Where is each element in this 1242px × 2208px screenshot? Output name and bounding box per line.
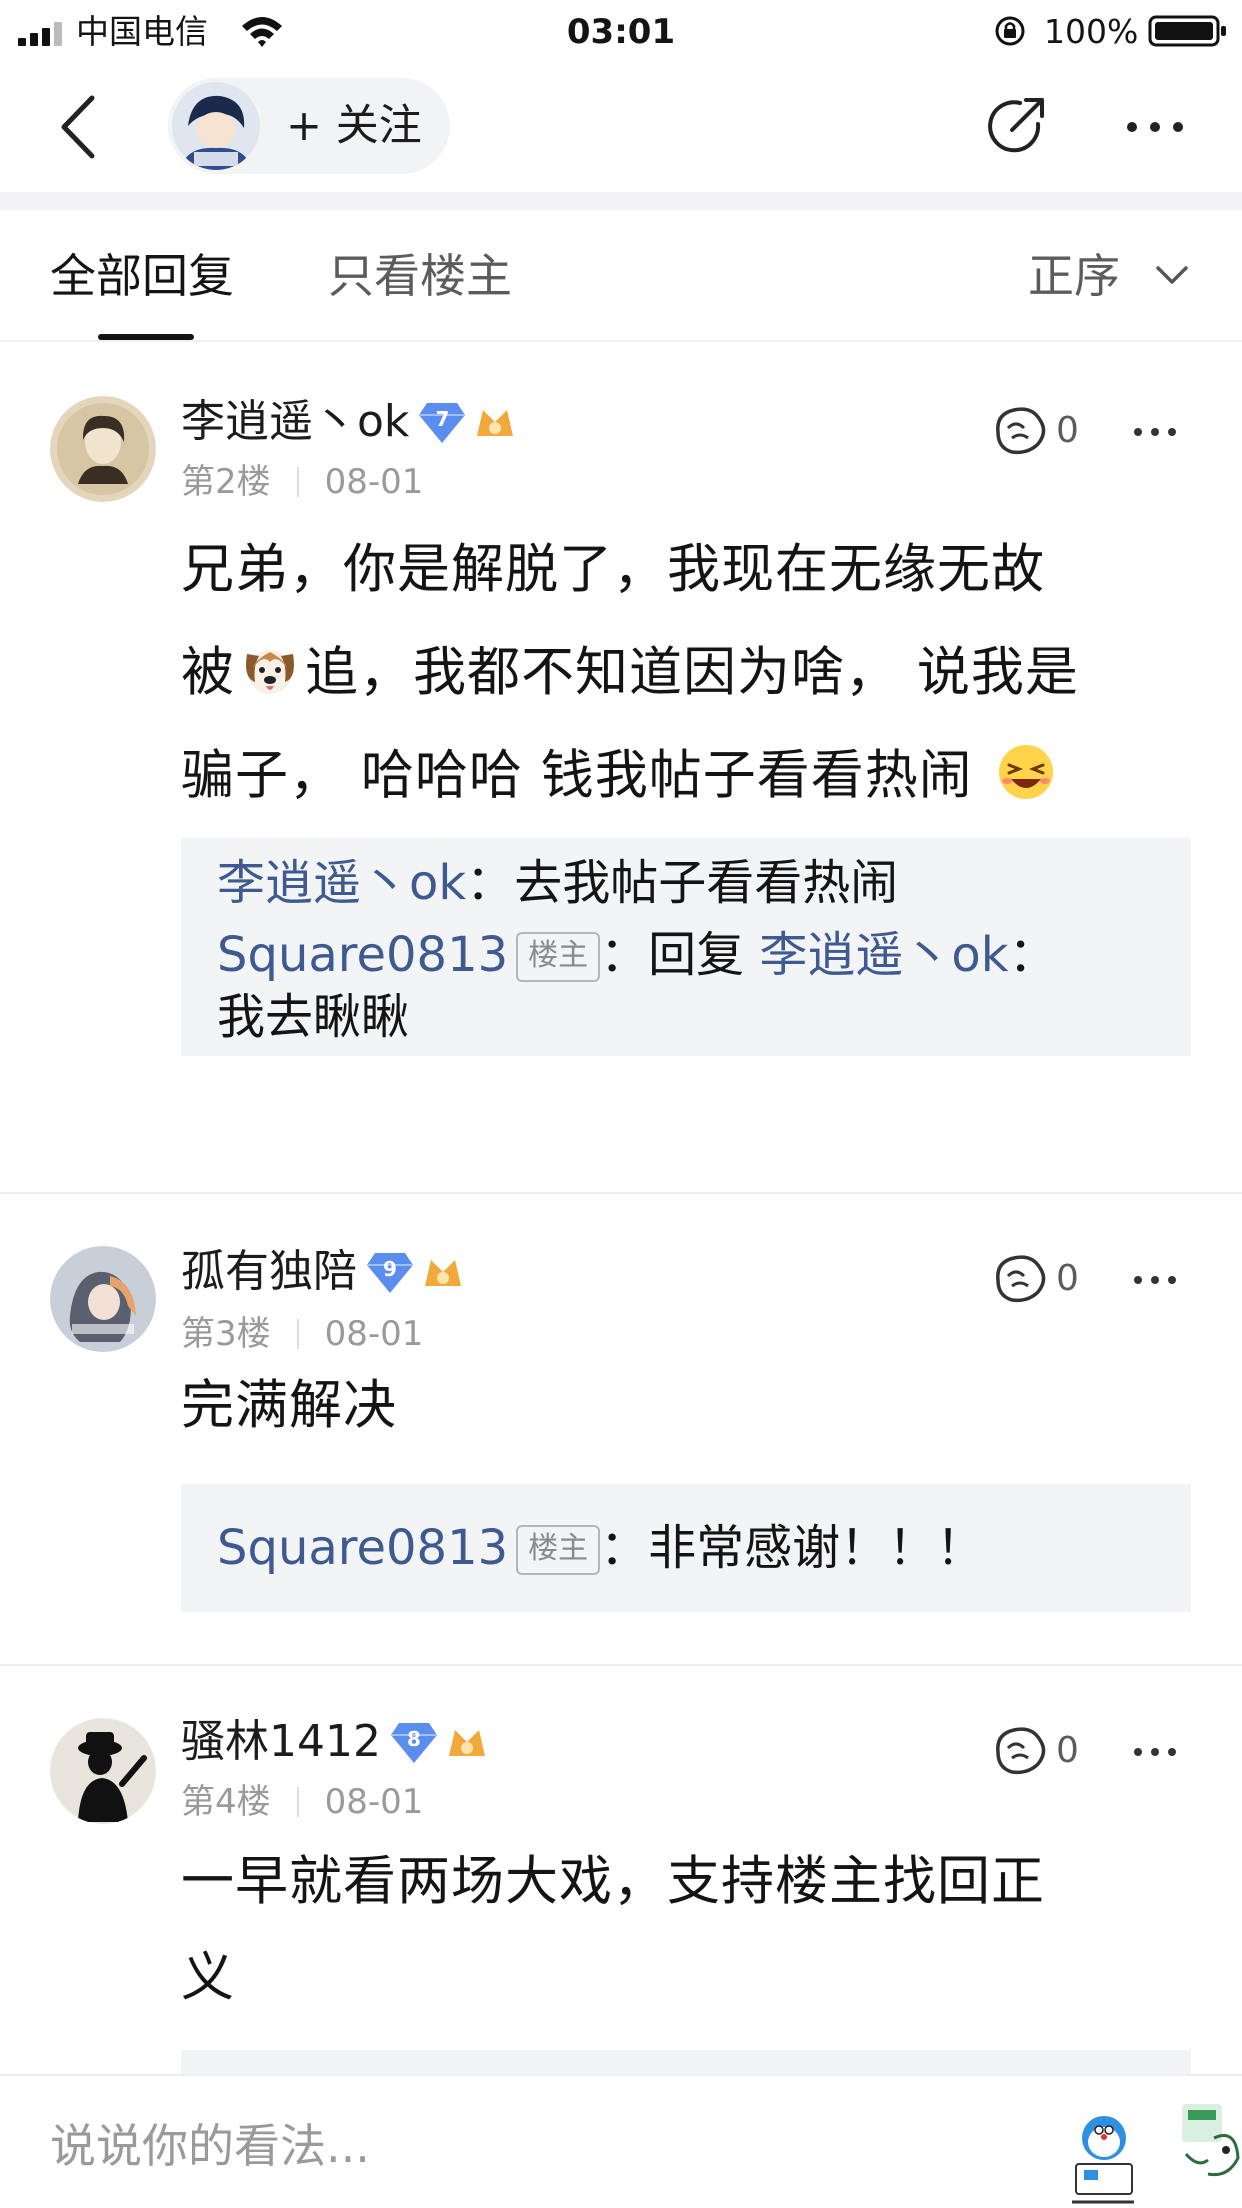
owner-tag: 楼主 — [516, 932, 601, 982]
dog-face-emoji-icon — [246, 650, 294, 694]
rotation-lock-icon — [995, 16, 1025, 46]
user-row: 李逍遥丶ok 7 — [181, 392, 517, 452]
reply-text: 去我帖子看看热闹 — [514, 855, 899, 911]
floor-number: 第3楼 — [181, 1314, 271, 1354]
chevron-down-icon[interactable] — [1154, 260, 1190, 290]
reply-post: 骚林1412 8 第4楼 08-01 0 一早就看两场大戏，支持楼主找回正 义 — [0, 1666, 1242, 2074]
back-icon[interactable] — [50, 92, 110, 162]
fan-badge-icon — [477, 410, 514, 436]
post-more-icon[interactable] — [1132, 426, 1178, 438]
reply-text: 非常感谢！！！ — [648, 1520, 985, 1576]
level-badge: 8 — [389, 1719, 439, 1765]
post-meta: 第2楼 08-01 — [181, 460, 423, 504]
reply-post: 李逍遥丶ok 7 第2楼08-01 0 兄弟，你是解脱了，我现在无缘无故 被 — [0, 342, 1242, 1192]
reply-author[interactable]: 李逍遥丶ok — [217, 855, 466, 911]
level-badge: 7 — [417, 399, 467, 445]
level-number: 8 — [407, 1727, 421, 1751]
avatar[interactable] — [50, 396, 156, 502]
content-line: 兄弟，你是解脱了，我现在无缘无故 — [181, 539, 1045, 600]
floor-number: 第2楼 — [181, 462, 271, 502]
like-count: 0 — [1056, 1730, 1079, 1771]
sub-replies: 李逍遥丶ok：去我帖子看看热闹 Square0813 楼主 ：回复 李逍遥丶ok： … — [181, 838, 1191, 1056]
like-count: 0 — [1056, 410, 1079, 451]
doraemon-sticker-icon[interactable] — [1068, 2112, 1138, 2208]
nav-bar: + 关注 — [0, 62, 1242, 192]
author-avatar[interactable] — [172, 82, 260, 170]
section-divider — [0, 192, 1242, 210]
sub-reply[interactable]: Square0813 楼主 ：回复 李逍遥丶ok： — [217, 924, 1057, 986]
post-more-icon[interactable] — [1132, 1274, 1178, 1286]
level-number: 9 — [383, 1257, 397, 1281]
username[interactable]: 李逍遥丶ok — [181, 392, 409, 452]
meta-separator — [296, 467, 299, 497]
post-meta: 第4楼 08-01 — [181, 1780, 423, 1824]
laughing-face-emoji-icon — [998, 745, 1053, 799]
content-line: 义 — [181, 1947, 235, 2008]
post-content: 一早就看两场大戏，支持楼主找回正 义 — [181, 1834, 1201, 2026]
follow-button[interactable]: + 关注 — [168, 78, 450, 174]
floor-number: 第4楼 — [181, 1782, 271, 1822]
fan-badge-icon — [425, 1260, 461, 1286]
content-line: 被 追，我都不知道因为啥， 说我是 — [181, 621, 1201, 724]
battery-percent: 100% — [1044, 12, 1139, 51]
post-content: 兄弟，你是解脱了，我现在无缘无故 被 追，我都不知道因为啥， 说我是 骗子， 哈… — [181, 518, 1201, 827]
avatar[interactable] — [50, 1246, 156, 1352]
more-icon[interactable] — [1120, 102, 1190, 152]
tab-all-replies[interactable]: 全部回复 — [50, 246, 234, 306]
post-date: 08-01 — [324, 462, 424, 502]
tab-owner-only[interactable]: 只看楼主 — [328, 246, 512, 306]
share-icon[interactable] — [982, 92, 1052, 162]
sub-reply[interactable]: Square0813 楼主 ：非常感谢！！！ — [217, 1516, 984, 1580]
reply-post: 孤有独陪 9 第3楼 08-01 0 完满解决 Square0813 楼主 ：非常感谢… — [0, 1194, 1242, 1664]
post-date: 08-01 — [324, 1782, 424, 1822]
user-row: 孤有独陪 9 — [181, 1242, 465, 1302]
follow-label: + 关注 — [286, 101, 422, 151]
like-icon[interactable] — [990, 1250, 1050, 1306]
username[interactable]: 孤有独陪 — [181, 1242, 357, 1302]
post-meta: 第3楼 08-01 — [181, 1312, 423, 1356]
content-line: 一早就看两场大戏，支持楼主找回正 — [181, 1851, 1045, 1912]
sub-reply[interactable]: 李逍遥丶ok：去我帖子看看热闹 — [217, 852, 898, 914]
like-count: 0 — [1056, 1258, 1079, 1299]
reply-target[interactable]: 李逍遥丶ok — [759, 927, 1008, 983]
status-bar: 中国电信 03:01 100% — [0, 0, 1242, 62]
reply-author[interactable]: Square0813 — [217, 1520, 508, 1576]
meta-separator — [296, 1319, 299, 1349]
post-date: 08-01 — [324, 1314, 424, 1354]
reply-text: 我去瞅瞅 — [217, 989, 410, 1045]
content-line: 骗子， 哈哈哈 钱我帖子看看热闹 — [181, 724, 1201, 827]
meta-separator — [296, 1787, 299, 1817]
user-row: 骚林1412 8 — [181, 1712, 489, 1772]
sub-replies-partial — [181, 2050, 1191, 2074]
level-number: 7 — [435, 407, 450, 431]
battery-icon — [1148, 15, 1226, 47]
reply-author[interactable]: Square0813 — [217, 927, 508, 983]
comment-bar: 说说你的看法... — [0, 2074, 1242, 2208]
level-badge: 9 — [365, 1249, 415, 1295]
comment-input[interactable]: 说说你的看法... — [50, 2110, 370, 2182]
sort-dropdown[interactable]: 正序 — [1028, 246, 1120, 306]
avatar[interactable] — [50, 1718, 156, 1824]
username[interactable]: 骚林1412 — [181, 1712, 381, 1772]
reply-tabs: 全部回复 只看楼主 正序 — [0, 210, 1242, 342]
owner-tag: 楼主 — [516, 1525, 601, 1575]
sub-replies: Square0813 楼主 ：非常感谢！！！ — [181, 1484, 1191, 1612]
active-tab-indicator — [98, 334, 194, 340]
like-icon[interactable] — [990, 1722, 1050, 1778]
like-icon[interactable] — [990, 402, 1050, 458]
fan-badge-icon — [448, 1730, 485, 1756]
cartoon-sticker-icon[interactable] — [1178, 2098, 1242, 2188]
post-more-icon[interactable] — [1132, 1746, 1178, 1758]
post-content: 完满解决 — [181, 1375, 397, 1436]
